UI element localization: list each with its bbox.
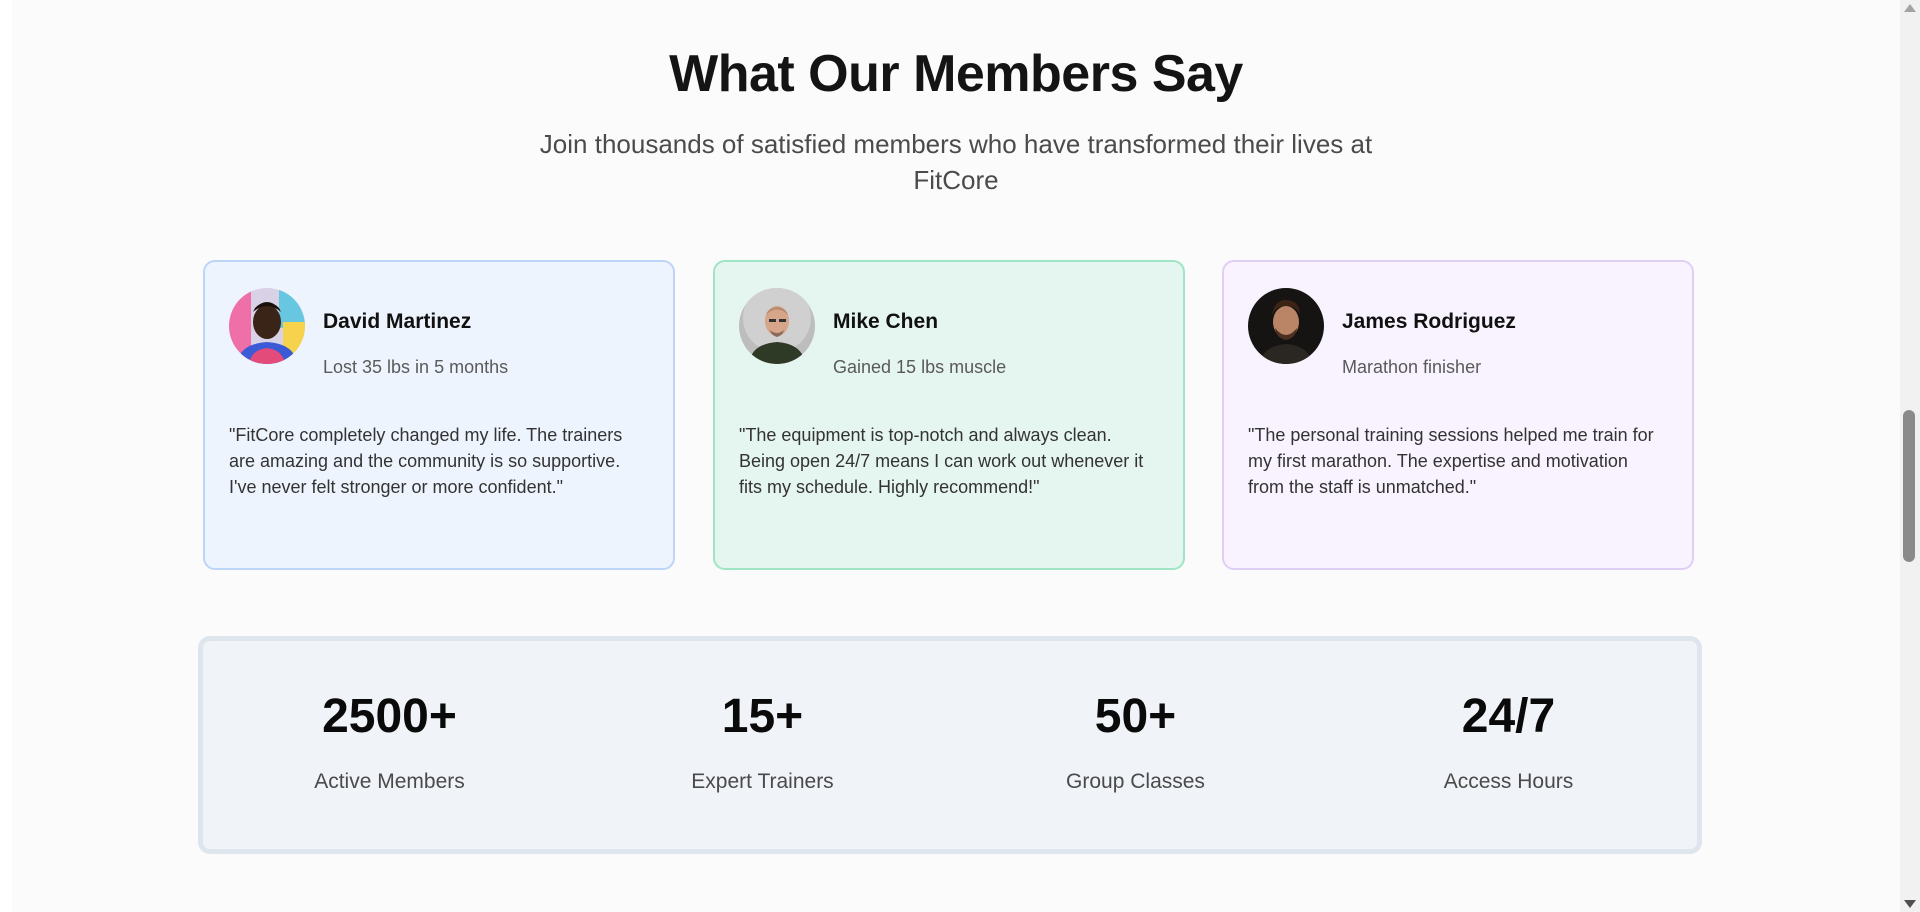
stat-expert-trainers: 15+ Expert Trainers — [576, 689, 949, 794]
section-subtitle: Join thousands of satisfied members who … — [539, 129, 1373, 195]
member-achievement: Marathon finisher — [1342, 357, 1482, 377]
stat-value: 24/7 — [1461, 690, 1556, 743]
stat-label: Active Members — [314, 770, 465, 793]
stat-group-classes: 50+ Group Classes — [949, 689, 1322, 794]
scrollbar-thumb[interactable] — [1903, 410, 1915, 562]
stat-active-members: 2500+ Active Members — [203, 689, 576, 794]
member-achievement: Gained 15 lbs muscle — [833, 357, 1007, 377]
stat-label: Expert Trainers — [691, 770, 834, 793]
member-achievement: Lost 35 lbs in 5 months — [323, 357, 509, 377]
stat-label: Group Classes — [1066, 770, 1205, 793]
member-name: Mike Chen — [833, 310, 939, 333]
testimonial-card-mike-chen: Mike Chen Gained 15 lbs muscle "The equi… — [713, 260, 1185, 570]
member-name: David Martinez — [323, 310, 472, 333]
stat-value: 15+ — [721, 690, 804, 743]
window-edge — [0, 0, 12, 912]
vertical-scrollbar[interactable] — [1900, 0, 1920, 912]
testimonial-card-james-rodriguez: James Rodriguez Marathon finisher "The p… — [1222, 260, 1694, 570]
scroll-up-arrow-icon[interactable] — [1904, 4, 1916, 12]
stat-label: Access Hours — [1443, 770, 1574, 793]
testimonial-quote: "The personal training sessions helped m… — [1248, 425, 1654, 497]
stats-panel: 2500+ Active Members 15+ Expert Trainers… — [198, 636, 1702, 854]
section-title: What Our Members Say — [669, 45, 1243, 103]
avatar — [739, 288, 815, 364]
avatar — [1248, 288, 1324, 364]
stat-access-hours: 24/7 Access Hours — [1322, 689, 1695, 794]
testimonial-quote: "FitCore completely changed my life. The… — [229, 425, 623, 497]
testimonial-quote: "The equipment is top-notch and always c… — [739, 425, 1144, 497]
stat-value: 2500+ — [322, 690, 457, 743]
stat-value: 50+ — [1094, 690, 1177, 743]
avatar — [229, 288, 305, 364]
scroll-down-arrow-icon[interactable] — [1904, 900, 1916, 908]
member-name: James Rodriguez — [1342, 310, 1516, 333]
testimonials-page: What Our Members Say Join thousands of s… — [12, 0, 1900, 912]
testimonial-card-david-martinez: David Martinez Lost 35 lbs in 5 months "… — [203, 260, 675, 570]
